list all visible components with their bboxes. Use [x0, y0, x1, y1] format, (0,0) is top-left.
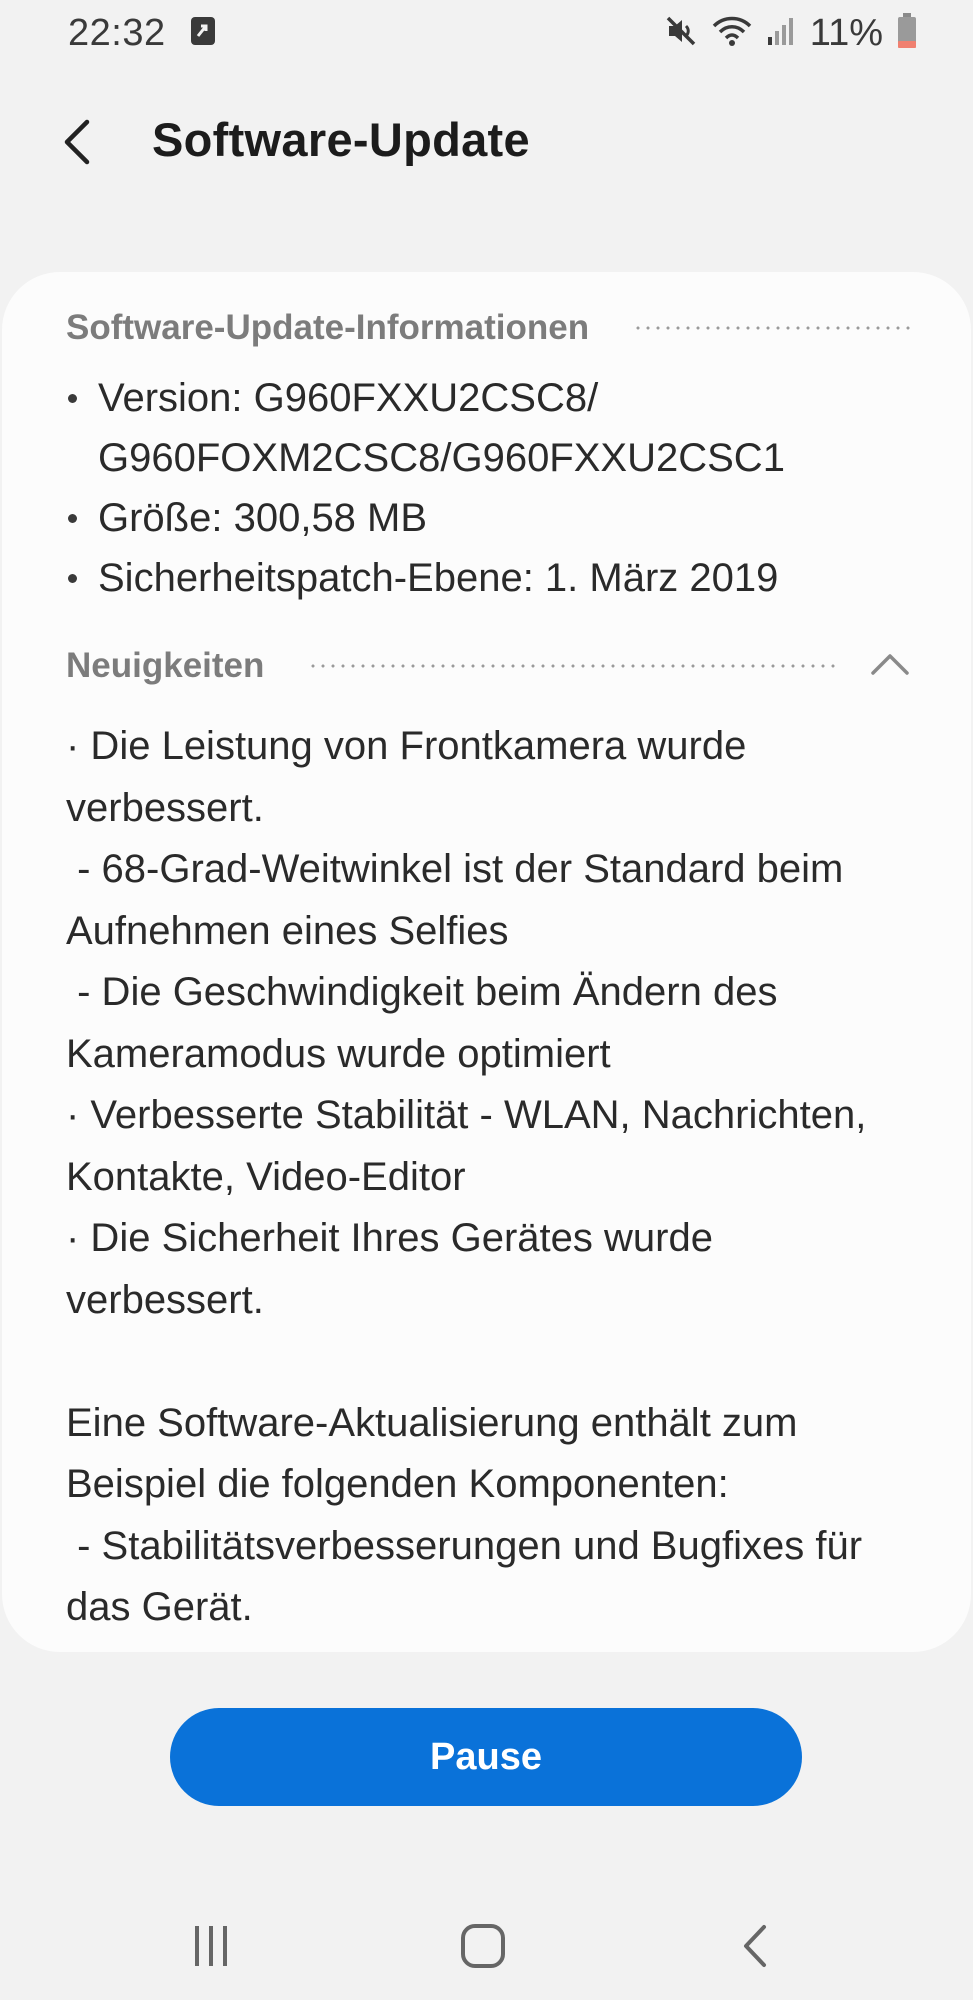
signal-icon	[766, 15, 796, 52]
home-icon	[459, 1922, 507, 1975]
chevron-left-icon	[61, 119, 91, 170]
pause-button[interactable]: Pause	[170, 1708, 802, 1806]
update-info-header: Software-Update-Informationen	[66, 306, 912, 350]
notification-icon	[190, 16, 216, 51]
mute-icon	[664, 14, 698, 53]
update-info-list: Version: G960FXXU2CSC8/ G960FOXM2CSC8/G9…	[66, 368, 912, 608]
navigation-bar	[0, 1880, 973, 1990]
section-divider	[308, 664, 840, 668]
app-header: Software-Update	[0, 96, 973, 192]
card-content: Software-Update-Informationen Version: G…	[66, 306, 912, 1652]
page-title: Software-Update	[152, 113, 530, 166]
back-icon	[740, 1923, 770, 1974]
nav-back-button[interactable]	[715, 1908, 795, 1988]
chevron-up-icon	[870, 652, 910, 681]
wifi-icon	[712, 14, 752, 53]
recent-apps-icon	[189, 1924, 233, 1973]
status-bar: 22:32 11%	[0, 0, 973, 66]
battery-percent: 11%	[809, 11, 883, 54]
home-button[interactable]	[443, 1908, 523, 1988]
battery-icon	[897, 12, 917, 54]
recent-apps-button[interactable]	[171, 1908, 251, 1988]
back-button[interactable]	[46, 114, 106, 174]
news-title: Neuigkeiten	[66, 646, 265, 685]
info-size: Größe: 300,58 MB	[66, 488, 912, 548]
news-text: · Die Leistung von Frontkamera wurde ver…	[66, 724, 867, 1652]
news-header: Neuigkeiten	[66, 644, 912, 688]
collapse-toggle[interactable]	[868, 644, 912, 688]
info-version: Version: G960FXXU2CSC8/ G960FOXM2CSC8/G9…	[66, 368, 912, 488]
status-right: 11%	[664, 12, 917, 55]
update-info-title: Software-Update-Informationen	[66, 308, 590, 347]
update-details-card[interactable]: Software-Update-Informationen Version: G…	[2, 272, 971, 1652]
status-time: 22:32	[68, 11, 166, 54]
section-divider	[633, 326, 912, 330]
info-security-patch: Sicherheitspatch-Ebene: 1. März 2019	[66, 548, 912, 608]
status-left: 22:32	[68, 12, 216, 55]
